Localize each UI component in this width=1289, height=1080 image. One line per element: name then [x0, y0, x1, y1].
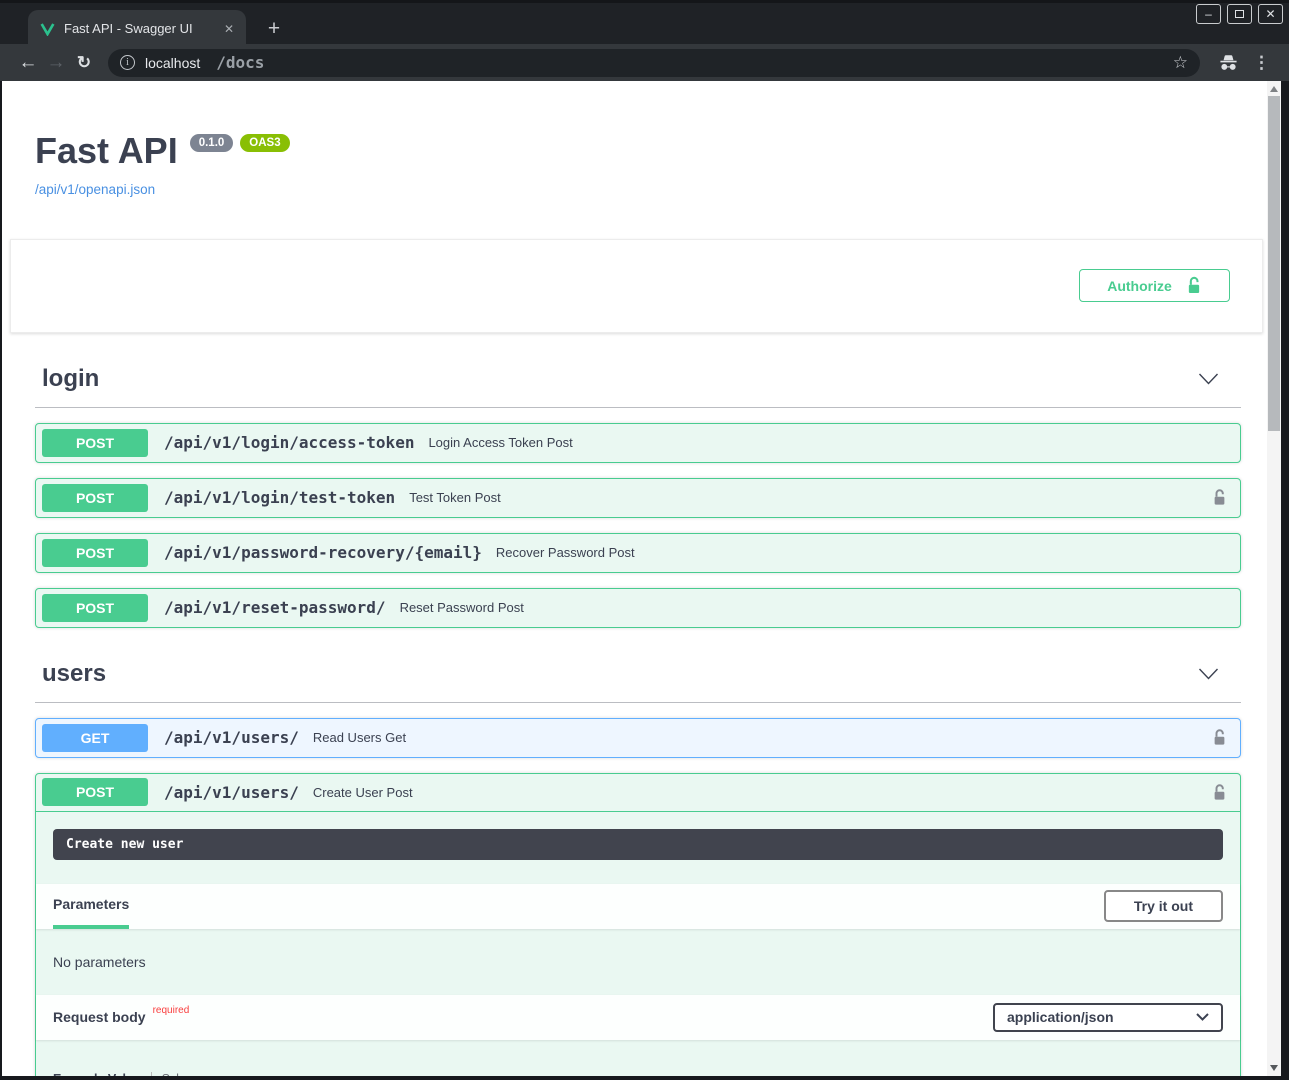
page-title: Fast API [35, 131, 178, 171]
op-path: /api/v1/users/ [164, 783, 299, 802]
method-badge: POST [42, 429, 148, 457]
url-text: localhost/docs [145, 53, 264, 72]
unlock-icon [1212, 488, 1227, 507]
op-path: /api/v1/password-recovery/{email} [164, 543, 482, 562]
scrollbar-thumb[interactable] [1268, 96, 1280, 431]
page-viewport: Fast API 0.1.0 OAS3 /api/v1/openapi.json… [2, 81, 1281, 1076]
section-title: login [42, 365, 99, 393]
media-type-value: application/json [1007, 1009, 1114, 1025]
tab-schema[interactable]: Schema [162, 1072, 208, 1076]
openapi-spec-link[interactable]: /api/v1/openapi.json [35, 182, 155, 197]
request-body-header: Request body required application/json [36, 995, 1240, 1040]
bookmark-star-icon[interactable]: ☆ [1173, 53, 1188, 73]
op-summary: Read Users Get [313, 730, 406, 745]
browser-toolbar: ← → ↻ i localhost/docs ☆ ⋮ [0, 44, 1289, 81]
request-body-label: Request body [53, 1009, 146, 1025]
tab-parameters[interactable]: Parameters [53, 884, 129, 929]
section-login-header[interactable]: login [35, 361, 1241, 408]
op-summary: Login Access Token Post [428, 435, 572, 450]
scheme-container: Authorize [10, 239, 1263, 333]
op-summary: Create User Post [313, 785, 413, 800]
method-badge: POST [42, 539, 148, 567]
back-button[interactable]: ← [14, 52, 42, 74]
method-badge: POST [42, 594, 148, 622]
model-example-tabs: Example Value Schema [53, 1072, 1223, 1076]
tab-close-icon[interactable]: ✕ [224, 22, 234, 36]
incognito-icon [1217, 53, 1240, 72]
chevron-down-icon [1196, 1013, 1209, 1021]
method-badge: POST [42, 778, 148, 806]
window-controls: – ✕ [1196, 4, 1283, 24]
tab-title: Fast API - Swagger UI [64, 21, 193, 36]
oas3-badge: OAS3 [240, 134, 289, 152]
minimize-button[interactable]: – [1196, 4, 1221, 24]
op-path: /api/v1/login/test-token [164, 488, 395, 507]
op-description: Create new user [53, 829, 1223, 860]
op-summary: Reset Password Post [400, 600, 524, 615]
op-row-login-test-token[interactable]: POST /api/v1/login/test-token Test Token… [35, 478, 1241, 518]
menu-dots-icon[interactable]: ⋮ [1253, 53, 1270, 73]
scroll-down-arrow-icon[interactable] [1270, 1065, 1278, 1071]
chevron-down-icon[interactable] [1198, 668, 1219, 680]
method-badge: GET [42, 724, 148, 752]
op-summary: Test Token Post [409, 490, 501, 505]
op-row-read-users[interactable]: GET /api/v1/users/ Read Users Get [35, 718, 1241, 758]
authorize-label: Authorize [1107, 278, 1172, 294]
url-host: localhost [145, 55, 200, 71]
browser-window: Fast API - Swagger UI ✕ + – ✕ ← → ↻ i lo… [0, 0, 1289, 1080]
unlock-icon [1212, 728, 1227, 747]
auth-lock-button[interactable] [1212, 728, 1227, 747]
op-row-password-recovery[interactable]: POST /api/v1/password-recovery/{email} R… [35, 533, 1241, 573]
address-bar[interactable]: i localhost/docs ☆ [108, 49, 1200, 77]
authorize-button[interactable]: Authorize [1079, 269, 1230, 302]
unlock-icon [1186, 276, 1202, 295]
scroll-up-arrow-icon[interactable] [1270, 86, 1278, 92]
auth-lock-button[interactable] [1212, 488, 1227, 507]
op-row-login-access-token[interactable]: POST /api/v1/login/access-token Login Ac… [35, 423, 1241, 463]
unlock-icon [1212, 783, 1227, 802]
maximize-icon [1235, 10, 1244, 18]
favicon-v-icon [40, 22, 55, 36]
tab-divider [151, 1072, 152, 1076]
try-it-out-button[interactable]: Try it out [1104, 890, 1223, 922]
op-summary: Recover Password Post [496, 545, 635, 560]
op-path: /api/v1/login/access-token [164, 433, 414, 452]
section-users-header[interactable]: users [35, 656, 1241, 703]
close-button[interactable]: ✕ [1258, 4, 1283, 24]
new-tab-button[interactable]: + [260, 15, 288, 43]
maximize-button[interactable] [1227, 4, 1252, 24]
parameters-header: Parameters Try it out [36, 884, 1240, 929]
op-row-reset-password[interactable]: POST /api/v1/reset-password/ Reset Passw… [35, 588, 1241, 628]
page-scrollbar[interactable] [1267, 81, 1281, 1076]
media-type-select[interactable]: application/json [993, 1003, 1223, 1032]
swagger-page: Fast API 0.1.0 OAS3 /api/v1/openapi.json… [2, 81, 1267, 1076]
reload-button[interactable]: ↻ [70, 53, 98, 73]
browser-tab[interactable]: Fast API - Swagger UI ✕ [28, 10, 246, 47]
method-badge: POST [42, 484, 148, 512]
auth-lock-button[interactable] [1212, 783, 1227, 802]
section-users: users GET /api/v1/users/ Read Users Get [35, 656, 1241, 1076]
titlebar: Fast API - Swagger UI ✕ + – ✕ [0, 0, 1289, 44]
required-label: required [153, 1005, 190, 1016]
section-title: users [42, 660, 106, 688]
version-badge: 0.1.0 [190, 134, 234, 152]
op-block-create-user: POST /api/v1/users/ Create User Post Cre… [35, 773, 1241, 1076]
section-login: login POST /api/v1/login/access-token Lo… [35, 361, 1241, 628]
op-path: /api/v1/reset-password/ [164, 598, 386, 617]
forward-button[interactable]: → [42, 52, 70, 74]
tab-example-value[interactable]: Example Value [53, 1072, 141, 1076]
api-info: Fast API 0.1.0 OAS3 /api/v1/openapi.json [2, 81, 1267, 199]
site-info-icon[interactable]: i [120, 55, 135, 70]
chevron-down-icon[interactable] [1198, 373, 1219, 385]
no-parameters-text: No parameters [36, 929, 1240, 995]
url-path: /docs [216, 53, 264, 72]
op-row-create-user[interactable]: POST /api/v1/users/ Create User Post [36, 774, 1240, 812]
op-path: /api/v1/users/ [164, 728, 299, 747]
